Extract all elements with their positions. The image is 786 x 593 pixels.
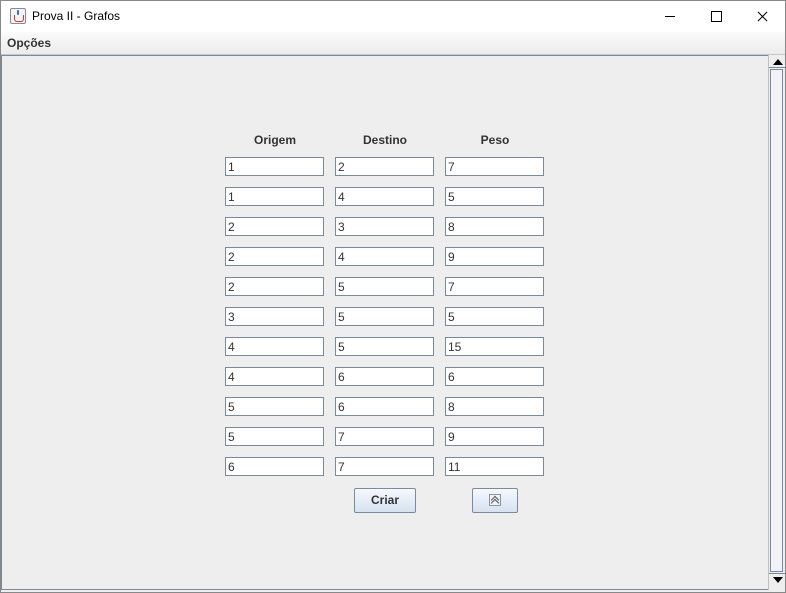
title-bar: Prova II - Grafos [1,1,785,32]
scroll-up-icon[interactable] [773,59,783,65]
peso-field[interactable]: 11 [445,457,544,476]
peso-field[interactable]: 7 [445,157,544,176]
collapse-button[interactable] [472,488,518,513]
java-cup-icon [10,8,26,24]
origem-field[interactable]: 1 [225,157,324,176]
origem-field[interactable]: 5 [225,427,324,446]
vertical-scrollbar[interactable] [768,55,785,590]
origem-field[interactable]: 5 [225,397,324,416]
menu-bar: Opções [1,32,785,55]
app-window: Prova II - Grafos Opções Origem Destino Pe… [0,0,786,593]
origem-field[interactable]: 4 [225,337,324,356]
peso-field[interactable]: 8 [445,217,544,236]
peso-field[interactable]: 9 [445,427,544,446]
maximize-icon [711,11,722,22]
destino-field[interactable]: 7 [335,457,434,476]
origem-field[interactable]: 1 [225,187,324,206]
origem-field[interactable]: 3 [225,307,324,326]
column-header-destino: Destino [362,133,407,147]
destino-field[interactable]: 4 [335,247,434,266]
destino-field[interactable]: 5 [335,337,434,356]
origem-field[interactable]: 2 [225,217,324,236]
peso-field[interactable]: 6 [445,367,544,386]
destino-field[interactable]: 5 [335,307,434,326]
destino-field[interactable]: 7 [335,427,434,446]
peso-field[interactable]: 5 [445,187,544,206]
scrollbar-thumb[interactable] [770,69,783,572]
chevrons-up-icon [489,494,501,508]
origem-field[interactable]: 2 [225,277,324,296]
origem-field[interactable]: 2 [225,247,324,266]
destino-field[interactable]: 5 [335,277,434,296]
column-header-origem: Origem [253,133,296,147]
column-header-peso: Peso [480,133,510,147]
destino-field[interactable]: 3 [335,217,434,236]
peso-field[interactable]: 5 [445,307,544,326]
minimize-button[interactable] [647,1,693,32]
destino-field[interactable]: 6 [335,397,434,416]
destino-field[interactable]: 6 [335,367,434,386]
minimize-icon [665,16,675,17]
peso-field[interactable]: 15 [445,337,544,356]
menu-opcoes[interactable]: Opções [7,36,51,50]
destino-field[interactable]: 2 [335,157,434,176]
window-title: Prova II - Grafos [32,9,121,23]
criar-button[interactable]: Criar [354,488,416,513]
scroll-down-icon[interactable] [773,577,783,583]
maximize-button[interactable] [693,1,739,32]
origem-field[interactable]: 6 [225,457,324,476]
peso-field[interactable]: 8 [445,397,544,416]
close-button[interactable] [739,1,785,32]
origem-field[interactable]: 4 [225,367,324,386]
peso-field[interactable]: 9 [445,247,544,266]
destino-field[interactable]: 4 [335,187,434,206]
peso-field[interactable]: 7 [445,277,544,296]
